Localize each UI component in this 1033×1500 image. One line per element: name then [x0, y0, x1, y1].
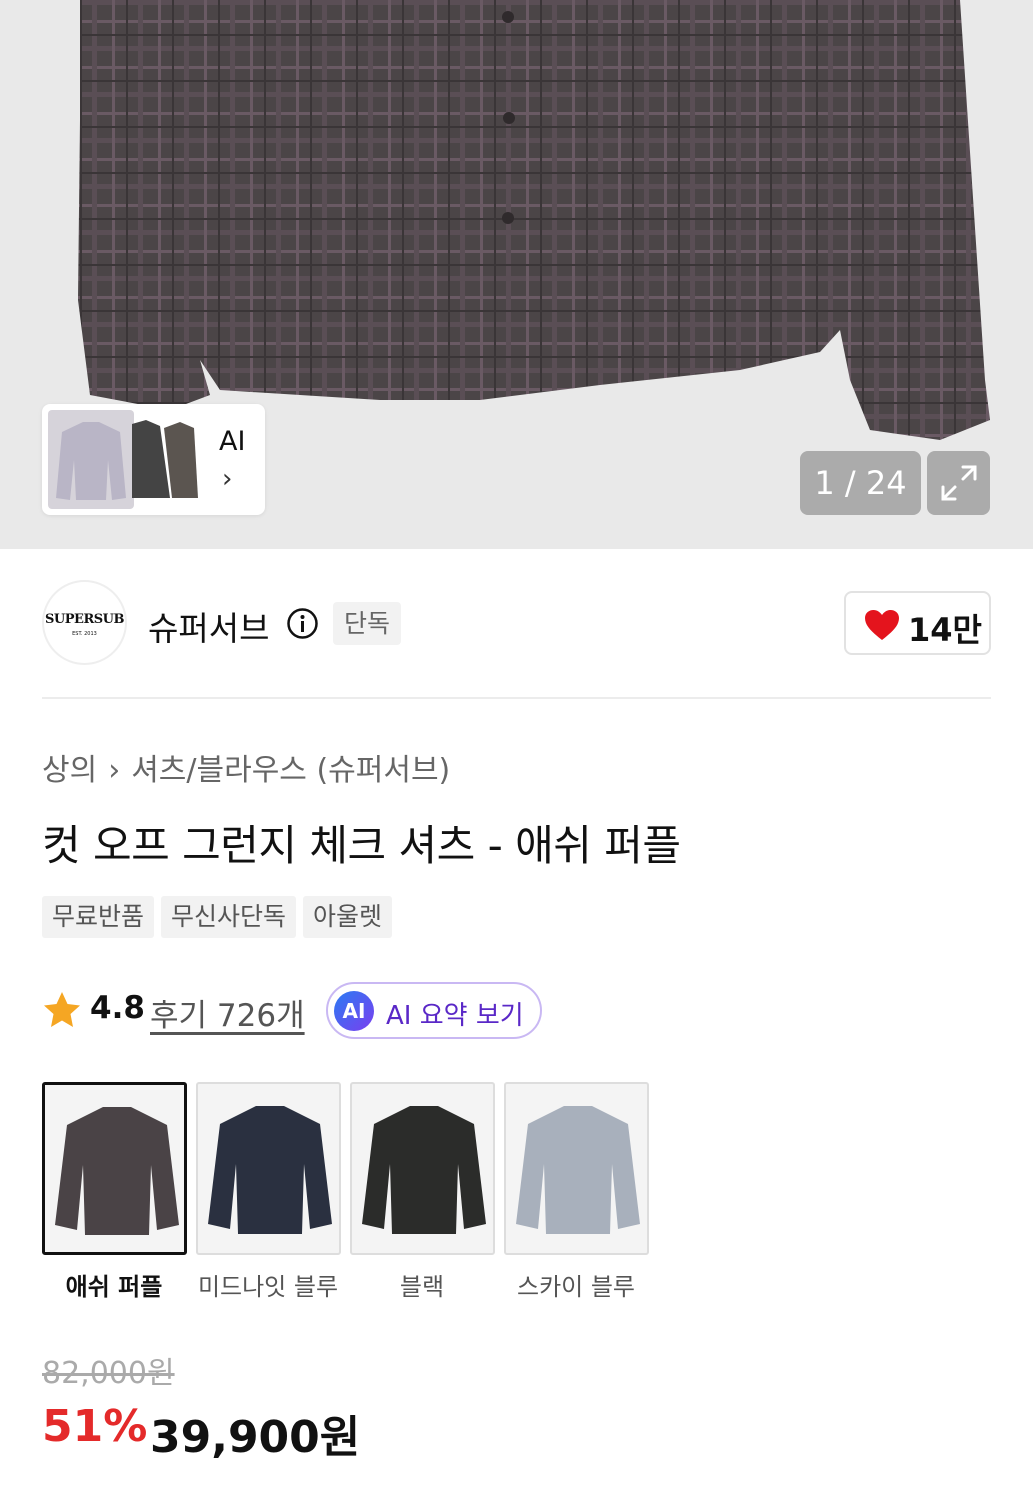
ai-summary-label: AI 요약 보기	[386, 1001, 524, 1031]
shirt-thumb	[516, 1106, 640, 1234]
brand-name[interactable]: 슈퍼서브	[148, 602, 269, 650]
ai-summary-button[interactable]: AI AI 요약 보기	[326, 982, 542, 1039]
color-option-label: 미드나잇 블루	[197, 1273, 339, 1301]
product-tags: 무료반품 무신사단독 아울렛	[42, 896, 393, 938]
breadcrumb-subcategory[interactable]: 셔츠/블라우스 (슈퍼서브)	[131, 745, 450, 789]
product-title: 컷 오프 그런지 체크 셔츠 - 애쉬 퍼플	[42, 821, 681, 870]
product-image-gallery[interactable]: AI › 1 / 24	[0, 0, 1033, 549]
ai-badge-icon: AI	[334, 991, 374, 1031]
tag-outlet: 아울렛	[303, 896, 393, 938]
like-button[interactable]: 14만	[844, 591, 991, 655]
expand-button[interactable]	[927, 451, 990, 515]
review-count-link[interactable]: 후기 726개	[150, 990, 305, 1035]
shirt-thumb	[208, 1106, 332, 1234]
expand-icon	[941, 465, 977, 501]
tag-exclusive: 무신사단독	[161, 896, 297, 938]
original-price: 82,000원	[42, 1356, 175, 1391]
similar-item-thumb	[48, 410, 134, 509]
breadcrumb-category[interactable]: 상의	[42, 745, 97, 789]
ai-similar-items-card[interactable]: AI ›	[42, 404, 265, 515]
brand-logo[interactable]: SUPERSUB EST. 2013	[42, 580, 127, 665]
ai-label: AI	[219, 426, 246, 457]
divider	[42, 697, 991, 699]
similar-item-thumb	[132, 418, 212, 504]
exclusive-badge: 단독	[333, 602, 402, 645]
heart-icon	[865, 610, 899, 640]
color-option-ash-purple[interactable]	[42, 1082, 187, 1255]
discount-rate: 51%	[42, 1401, 148, 1452]
shirt-thumb	[362, 1106, 486, 1234]
chevron-right-icon: ›	[108, 753, 121, 788]
rating-value: 4.8	[90, 990, 145, 1026]
like-count: 14만	[908, 611, 982, 649]
star-icon	[44, 992, 80, 1027]
shirt-thumb	[55, 1107, 179, 1235]
image-counter: 1 / 24	[800, 451, 921, 515]
chevron-right-icon: ›	[222, 464, 233, 494]
color-option-label: 블랙	[399, 1273, 445, 1301]
color-option-black[interactable]	[350, 1082, 495, 1255]
color-option-sky-blue[interactable]	[504, 1082, 649, 1255]
tag-free-return: 무료반품	[42, 896, 155, 938]
color-option-label: 스카이 블루	[516, 1273, 636, 1301]
info-icon[interactable]	[286, 607, 319, 640]
breadcrumb: 상의 › 셔츠/블라우스 (슈퍼서브)	[42, 745, 450, 789]
sale-price: 39,900원	[150, 1412, 361, 1463]
color-option-label: 애쉬 퍼플	[65, 1273, 163, 1301]
color-option-midnight-blue[interactable]	[196, 1082, 341, 1255]
